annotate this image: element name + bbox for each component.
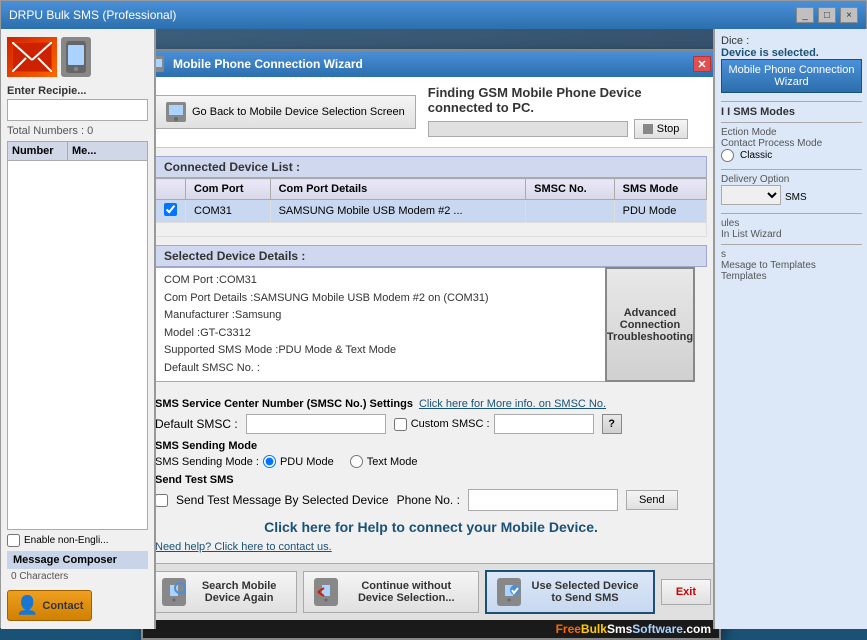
recipients-table: Number Me...: [7, 141, 148, 530]
divider-3: [721, 169, 862, 170]
enable-nonenglish-area: Enable non-Engli...: [7, 534, 148, 547]
rules-label: ules: [721, 218, 862, 229]
main-right-panel: Dice : Device is selected. Mobile Phone …: [713, 29, 867, 629]
enter-recipients-label: Enter Recipie...: [7, 85, 148, 97]
titlebar-buttons: _ □ ×: [796, 7, 858, 23]
message-templates-label: Mesage to Templates: [721, 260, 862, 271]
execution-mode-label: Ection Mode: [721, 127, 862, 138]
app-window: DRPU Bulk SMS (Professional) _ □ ×: [0, 0, 867, 628]
app-title: DRPU Bulk SMS (Professional): [9, 8, 176, 22]
contact-button[interactable]: 👤 Contact: [7, 590, 92, 621]
templates-label: Templates: [721, 271, 862, 282]
classic-radio[interactable]: [721, 149, 734, 162]
divider-4: [721, 213, 862, 214]
classic-label: Classic: [740, 150, 772, 161]
sms-suffix: SMS: [785, 192, 807, 203]
wizard-highlight-text: Mobile Phone Connection Wizard: [729, 64, 855, 88]
message-composer-label: Message Composer: [7, 551, 148, 569]
divider-1: [721, 101, 862, 102]
contact-process-mode-label: Contact Process Mode: [721, 138, 862, 149]
main-left-panel: Enter Recipie... Total Numbers : 0 Numbe…: [1, 29, 156, 629]
wizard-highlight-btn[interactable]: Mobile Phone Connection Wizard: [721, 59, 862, 93]
close-button[interactable]: ×: [840, 7, 858, 23]
list-wizard-label: In List Wizard: [721, 229, 862, 240]
s-label: s: [721, 249, 862, 260]
app-content-wrapper: Enter Recipie... Total Numbers : 0 Numbe…: [1, 29, 867, 629]
contact-btn-label: Contact: [42, 600, 83, 612]
enable-nonenglish-checkbox[interactable]: [7, 534, 20, 547]
delivery-select[interactable]: [721, 185, 781, 205]
table-header: Number Me...: [8, 142, 147, 161]
app-titlebar: DRPU Bulk SMS (Professional) _ □ ×: [1, 1, 866, 29]
sms-select-row: SMS: [721, 185, 862, 209]
delivery-option-label: Delivery Option: [721, 174, 862, 185]
classic-radio-row: Classic: [721, 149, 862, 162]
maximize-button[interactable]: □: [818, 7, 836, 23]
device-selected-text: Device is selected.: [721, 47, 862, 59]
icon-area: [7, 37, 148, 77]
col-message-header: Me...: [68, 142, 147, 160]
minimize-button[interactable]: _: [796, 7, 814, 23]
divider-2: [721, 122, 862, 123]
device-label: Dice :: [721, 35, 862, 47]
total-numbers-label: Total Numbers : 0: [7, 125, 148, 137]
email-icon: [7, 37, 57, 77]
divider-5: [721, 244, 862, 245]
sms-modes-label: I I SMS Modes: [721, 106, 862, 118]
char-count: 0 Characters: [7, 569, 148, 584]
recipients-input[interactable]: [7, 99, 148, 121]
phone-small-icon: [61, 37, 91, 77]
col-number-header: Number: [8, 142, 68, 160]
enable-nonenglish-label: Enable non-Engli...: [24, 535, 109, 546]
